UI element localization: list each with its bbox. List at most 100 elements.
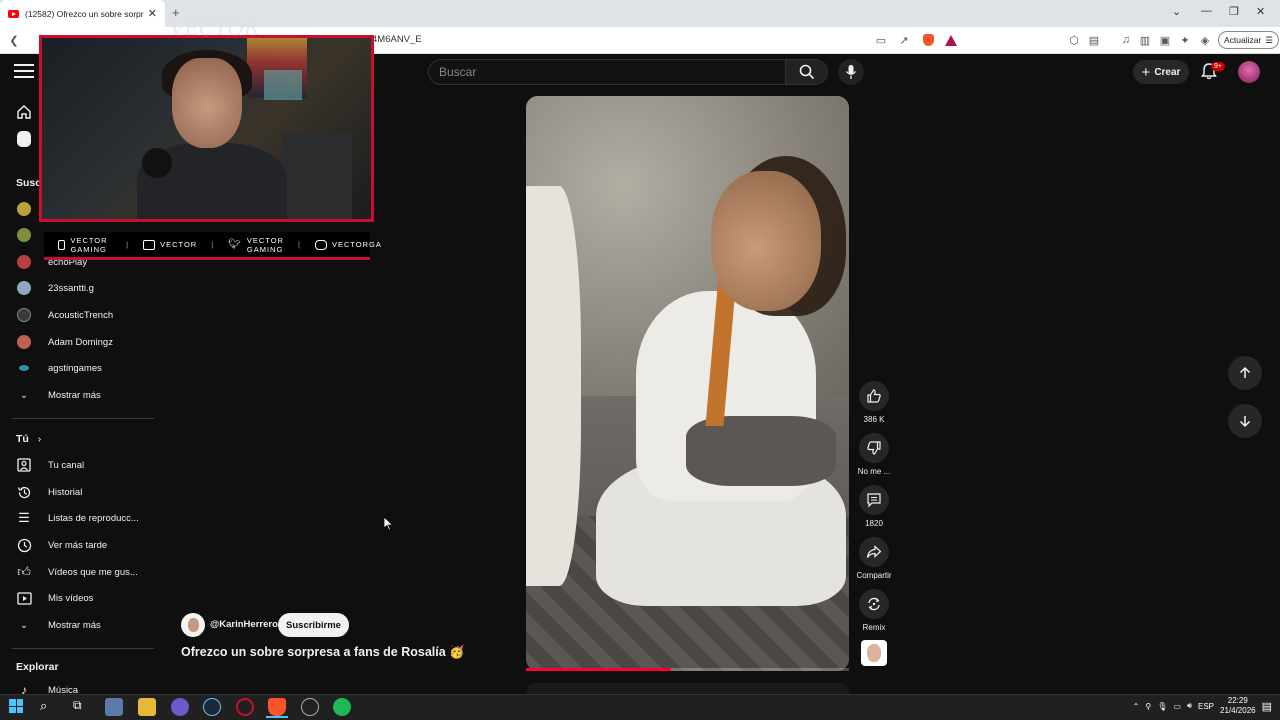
taskbar-app-icon[interactable] [171,698,189,716]
microphone-icon [142,148,172,178]
streamer-webcam-overlay [39,35,374,222]
extensions-icon[interactable]: ⬡ [1066,32,1082,48]
youtube-favicon-icon [8,9,19,18]
sidebar-channel[interactable]: 23ssantti.g [0,275,154,301]
thumbs-down-icon [867,441,881,455]
update-label: Actualizar [1224,35,1262,45]
taskbar-search-icon[interactable]: ⌕ [40,698,47,714]
sidebar-show-more[interactable]: ⌄ Mostrar más [0,612,154,638]
playlist-icon: ☰ [18,510,30,525]
comments-button[interactable]: 1820 [858,485,890,528]
sound-channel-thumbnail[interactable] [861,640,887,666]
sidebar-channel[interactable]: AcousticTrench [0,302,154,328]
channel-avatar [19,365,29,371]
language-indicator[interactable]: ESP [1198,702,1214,711]
time: 22:29 [1227,696,1248,705]
sidebar-item-liked-videos[interactable]: 👍︎ Vídeos que me gus... [0,559,154,585]
subscriptions-heading[interactable]: Susc [16,177,41,189]
twitter-icon: 🐦︎ [228,239,242,250]
sidebar-item-watch-later[interactable]: Ver más tarde [0,532,154,558]
update-button[interactable]: Actualizar ☰ [1218,31,1279,49]
sidebar-item-playlists[interactable]: ☰ Listas de reproducc... [0,505,154,531]
channel-handle[interactable]: @KarinHerrero [210,619,278,630]
close-window-icon[interactable]: ✕ [1256,5,1265,18]
file-explorer-icon[interactable] [138,698,156,716]
cast-icon[interactable]: ▭ [873,32,889,48]
channel-avatar [17,228,31,242]
sidebar-channel[interactable]: Adam Domingz [0,329,154,355]
active-app-indicator [266,716,288,718]
sidebar-item-your-channel[interactable]: Tu canal [0,452,154,478]
remix-icon [868,597,880,611]
arrow-down-icon [1239,416,1251,428]
share-icon [866,545,882,558]
sidebar-show-more[interactable]: ⌄ Mostrar más [0,382,154,408]
minimize-icon[interactable]: — [1201,5,1212,17]
taskbar-app-icon[interactable] [105,698,123,716]
brave-browser-icon[interactable] [268,698,286,716]
microphone-icon [845,65,857,79]
dislike-label: No me ... [857,467,891,476]
spotify-icon[interactable] [333,698,351,716]
channel-avatar[interactable] [181,613,205,637]
social-links-bar: VECTOR GAMING | VECTOR | 🐦︎ VECTOR GAMING… [44,232,381,260]
clock[interactable]: 22:29 21/4/2026 [1220,696,1256,716]
previous-short-button[interactable] [1228,356,1262,390]
network-icon[interactable]: ▭ [1173,702,1181,711]
windows-start-icon[interactable] [9,699,23,713]
divider [12,648,154,649]
tab-title: (12582) Ofrezco un sobre sorpresa [25,8,144,19]
close-tab-icon[interactable]: ✕ [148,7,157,20]
search-placeholder: Buscar [439,65,477,79]
tab-search-icon[interactable]: ⌄ [1172,5,1181,18]
remix-button[interactable]: Remix [858,589,890,632]
sidebar-channel[interactable]: agstingames [0,355,154,381]
brave-rewards-icon[interactable] [943,32,959,48]
back-icon[interactable]: ❮ [6,32,22,48]
media-icon[interactable]: ♫ [1118,32,1134,48]
steam-icon[interactable] [203,698,221,716]
sidebar-item-history[interactable]: Historial [0,479,154,505]
opera-icon[interactable] [236,698,254,716]
brave-shield-icon[interactable] [920,32,936,48]
url-text[interactable]: 4M6ANV_E [372,34,422,45]
task-view-icon[interactable]: ⧉ [73,698,82,713]
chevron-up-icon[interactable]: ⌃ [1133,702,1140,711]
subscribe-button[interactable]: Suscribirme [278,613,349,637]
search-button[interactable] [786,59,828,85]
sidebar-item-your-videos[interactable]: Mis vídeos [0,585,154,611]
plus-icon: + [1141,63,1151,81]
windows-taskbar [0,694,1280,720]
comment-icon [867,493,881,508]
voice-search-button[interactable] [838,59,864,85]
hamburger-menu-icon[interactable] [14,64,34,80]
search-input[interactable]: Buscar [428,59,786,85]
maximize-icon[interactable]: ❐ [1229,5,1239,18]
volume-icon[interactable]: 🔊︎ [1187,701,1192,711]
reader-icon[interactable]: ▤ [1086,32,1102,48]
share-page-icon[interactable]: ↗ [896,32,912,48]
microphone-icon[interactable]: 🎙︎ [1157,702,1167,711]
obs-icon[interactable] [301,698,319,716]
sidebar-toggle-icon[interactable]: ▥ [1137,32,1153,48]
menu-icon: ☰ [1265,34,1273,45]
share-label: Compartir [856,571,892,580]
system-tray: ⌃ ⚲ 🎙︎ ▭ 🔊︎ ESP 22:29 21/4/2026 ▤ [1133,696,1272,716]
share-button[interactable]: Compartir [856,537,892,580]
video-progress-fill [526,668,672,671]
search-icon [799,64,814,80]
browser-tab[interactable]: (12582) Ofrezco un sobre sorpresa ✕ [0,0,165,27]
like-button[interactable]: 386 K [858,381,890,424]
notification-center-icon[interactable]: ▤ [1262,700,1272,713]
vpn-icon[interactable]: ◈ [1197,32,1213,48]
shorts-video-player[interactable] [526,96,849,671]
wallet-icon[interactable]: ▣ [1157,32,1173,48]
user-avatar[interactable] [1238,61,1260,83]
you-heading[interactable]: Tú › [16,433,41,445]
dislike-button[interactable]: No me ... [858,433,890,476]
ai-icon[interactable]: ✦ [1177,32,1193,48]
next-short-button[interactable] [1228,404,1262,438]
explore-heading: Explorar [16,661,59,673]
create-button[interactable]: + Crear [1133,60,1189,84]
tray-app-icon[interactable]: ⚲ [1145,702,1151,711]
